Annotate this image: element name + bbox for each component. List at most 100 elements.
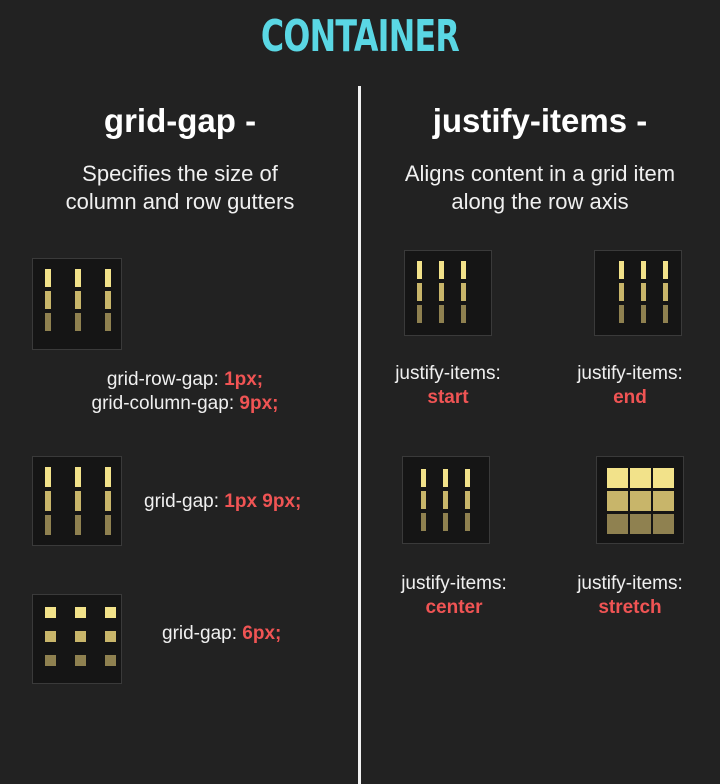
- grid-cell: [421, 469, 426, 487]
- grid-cell: [75, 269, 81, 287]
- grid-cell: [443, 513, 448, 531]
- grid-cell: [619, 305, 624, 323]
- justify-caption-start: justify-items: start: [368, 362, 528, 410]
- grid-cell: [663, 261, 668, 279]
- grid-cell: [75, 515, 81, 535]
- grid-cell: [417, 283, 422, 301]
- grid-cell: [443, 491, 448, 509]
- caption-value: center: [425, 597, 483, 618]
- grid-cell: [630, 491, 651, 511]
- justify-caption-center: justify-items: center: [374, 572, 534, 620]
- grid-cell: [641, 261, 646, 279]
- justify-items-demo-end: [594, 250, 682, 336]
- grid-cell: [105, 515, 111, 535]
- grid-cell: [75, 491, 81, 511]
- caption-prop: grid-gap:: [162, 623, 237, 644]
- grid-cell: [45, 467, 51, 487]
- grid-cell: [45, 515, 51, 535]
- grid-gap-demo-row-column: [32, 258, 122, 350]
- grid-cell: [641, 283, 646, 301]
- grid-cell: [105, 467, 111, 487]
- description-line: Aligns content in a grid item: [404, 161, 676, 186]
- caption-prop: justify-items:: [577, 573, 683, 594]
- grid-cell: [465, 513, 470, 531]
- grid-cell: [105, 655, 116, 666]
- grid-gap-caption-shorthand: grid-gap: 1px 9px;: [144, 490, 301, 514]
- caption-line: grid-column-gap: 9px;: [30, 392, 340, 416]
- caption-value: start: [427, 387, 469, 408]
- grid-cell: [630, 514, 651, 534]
- grid-cell: [439, 261, 444, 279]
- justify-items-demo-stretch: [596, 456, 684, 544]
- grid-cell: [439, 283, 444, 301]
- grid-cell: [663, 305, 668, 323]
- caption-value: 6px;: [242, 623, 282, 644]
- grid-cell: [663, 283, 668, 301]
- grid-cell: [75, 313, 81, 331]
- description-line: Specifies the size of: [82, 161, 278, 186]
- grid-cell: [619, 261, 624, 279]
- grid-cell: [75, 631, 86, 642]
- grid-cell: [443, 469, 448, 487]
- grid-gap-demo-shorthand: [32, 456, 122, 546]
- grid-cell: [653, 491, 674, 511]
- grid-cell: [461, 283, 466, 301]
- grid-cell: [421, 491, 426, 509]
- grid-cell: [105, 491, 111, 511]
- justify-caption-stretch: justify-items: stretch: [550, 572, 710, 620]
- grid-cell: [45, 631, 56, 642]
- grid-cell: [45, 655, 56, 666]
- description-line: along the row axis: [451, 189, 629, 214]
- grid-cell: [465, 469, 470, 487]
- grid-cell: [75, 655, 86, 666]
- grid-cell: [417, 305, 422, 323]
- caption-value: 9px;: [239, 393, 279, 414]
- grid-cell: [461, 261, 466, 279]
- grid-gap-description: Specifies the size of column and row gut…: [0, 160, 360, 216]
- grid-cell: [45, 313, 51, 331]
- grid-cell: [607, 514, 628, 534]
- grid-cell: [45, 291, 51, 309]
- caption-prop: justify-items:: [577, 363, 683, 384]
- grid-cell: [653, 468, 674, 488]
- grid-cell: [45, 269, 51, 287]
- justify-items-description: Aligns content in a grid item along the …: [360, 160, 720, 216]
- caption-prop: grid-gap:: [144, 491, 219, 512]
- caption-value: 1px;: [224, 369, 264, 390]
- grid-gap-caption-row-column: grid-row-gap: 1px; grid-column-gap: 9px;: [30, 368, 340, 416]
- grid-cell: [75, 467, 81, 487]
- grid-cell: [75, 607, 86, 618]
- grid-cell: [607, 491, 628, 511]
- page-title: CONTAINER: [260, 11, 460, 62]
- grid-cell: [45, 491, 51, 511]
- grid-gap-demo-uniform: [32, 594, 122, 684]
- grid-cell: [465, 491, 470, 509]
- justify-caption-end: justify-items: end: [550, 362, 710, 410]
- grid-cell: [105, 631, 116, 642]
- caption-prop: grid-row-gap:: [106, 369, 219, 390]
- caption-prop: justify-items:: [401, 573, 507, 594]
- grid-cell: [417, 261, 422, 279]
- caption-prop: grid-column-gap:: [91, 393, 235, 414]
- grid-cell: [105, 607, 116, 618]
- description-line: column and row gutters: [65, 189, 295, 214]
- grid-cell: [630, 468, 651, 488]
- justify-items-demo-center: [402, 456, 490, 544]
- caption-value: stretch: [598, 597, 662, 618]
- grid-cell: [105, 269, 111, 287]
- grid-cell: [653, 514, 674, 534]
- grid-cell: [421, 513, 426, 531]
- justify-items-heading: justify-items -: [432, 102, 648, 139]
- justify-items-demo-start: [404, 250, 492, 336]
- grid-cell: [607, 468, 628, 488]
- grid-gap-heading: grid-gap -: [103, 102, 257, 139]
- caption-value: 1px 9px;: [224, 491, 302, 512]
- grid-cell: [105, 313, 111, 331]
- grid-cell: [105, 291, 111, 309]
- grid-cell: [461, 305, 466, 323]
- grid-cell: [641, 305, 646, 323]
- grid-cell: [45, 607, 56, 618]
- caption-prop: justify-items:: [395, 363, 501, 384]
- caption-line: grid-row-gap: 1px;: [30, 368, 340, 392]
- grid-cell: [75, 291, 81, 309]
